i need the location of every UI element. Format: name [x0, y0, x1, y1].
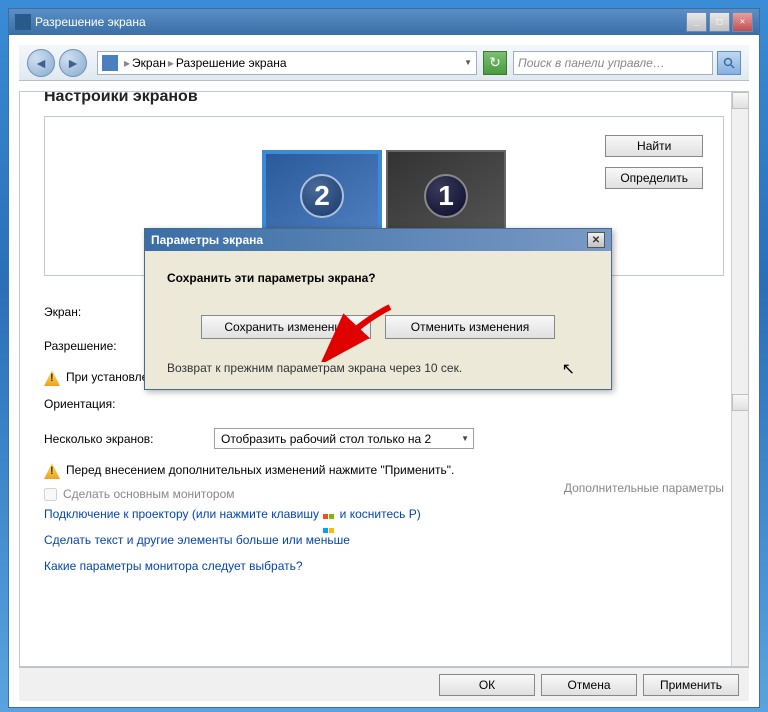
ok-button[interactable]: ОК — [439, 674, 535, 696]
nav-forward-button[interactable]: ► — [59, 49, 87, 77]
monitor-number: 2 — [300, 174, 344, 218]
checkbox-label: Сделать основным монитором — [63, 487, 235, 501]
select-value: Отобразить рабочий стол только на 2 — [221, 432, 431, 446]
search-icon — [723, 57, 735, 69]
breadcrumb-sep-icon: ▸ — [168, 56, 174, 70]
vertical-scrollbar[interactable]: ▲ ▼ — [731, 92, 748, 666]
identify-button[interactable]: Определить — [605, 167, 703, 189]
windows-key-icon — [322, 509, 336, 521]
apply-button[interactable]: Применить — [643, 674, 739, 696]
titlebar[interactable]: Разрешение экрана _ □ ✕ — [9, 9, 759, 35]
warning-icon — [44, 370, 60, 386]
dialog-question: Сохранить эти параметры экрана? — [167, 271, 589, 285]
save-changes-button[interactable]: Сохранить изменения — [201, 315, 371, 339]
chevron-down-icon[interactable]: ▼ — [464, 58, 472, 67]
confirm-dialog: Параметры экрана ✕ Сохранить эти парамет… — [144, 228, 612, 390]
monitor-number: 1 — [424, 174, 468, 218]
app-icon — [15, 14, 31, 30]
search-button[interactable] — [717, 51, 741, 75]
footer-buttons: ОК Отмена Применить — [19, 667, 749, 701]
nav-back-button[interactable]: ◄ — [27, 49, 55, 77]
breadcrumb-sep-icon: ▸ — [124, 56, 130, 70]
window-title: Разрешение экрана — [35, 15, 146, 29]
dialog-titlebar[interactable]: Параметры экрана ✕ — [145, 229, 611, 251]
countdown-text: Возврат к прежним параметрам экрана чере… — [167, 361, 589, 375]
projector-link[interactable]: Подключение к проектору (или нажмите кла… — [44, 507, 724, 521]
scroll-down-button[interactable]: ▼ — [732, 394, 749, 411]
revert-changes-button[interactable]: Отменить изменения — [385, 315, 555, 339]
orientation-label: Ориентация: — [44, 397, 214, 411]
address-bar[interactable]: ▸ Экран ▸ Разрешение экрана ▼ — [97, 51, 477, 75]
multi-screens-select[interactable]: Отобразить рабочий стол только на 2 — [214, 428, 474, 449]
find-button[interactable]: Найти — [605, 135, 703, 157]
page-title: Настройки экранов — [44, 91, 724, 106]
monitor-icon — [102, 55, 118, 71]
warning-text: Перед внесением дополнительных изменений… — [66, 463, 454, 477]
breadcrumb-2[interactable]: Разрешение экрана — [176, 56, 287, 70]
main-monitor-checkbox — [44, 488, 57, 501]
warning-icon — [44, 463, 60, 479]
close-button[interactable]: ✕ — [732, 12, 753, 32]
maximize-button[interactable]: □ — [709, 12, 730, 32]
minimize-button[interactable]: _ — [686, 12, 707, 32]
search-input[interactable]: Поиск в панели управле… — [513, 51, 713, 75]
apply-warning: Перед внесением дополнительных изменений… — [44, 463, 724, 479]
dialog-close-button[interactable]: ✕ — [587, 232, 605, 248]
dialog-title: Параметры экрана — [151, 233, 263, 247]
cancel-button[interactable]: Отмена — [541, 674, 637, 696]
breadcrumb-1[interactable]: Экран — [132, 56, 166, 70]
monitor-help-link[interactable]: Какие параметры монитора следует выбрать… — [44, 559, 724, 573]
cursor-icon: ↖ — [562, 359, 575, 379]
scroll-up-button[interactable]: ▲ — [732, 92, 749, 109]
multi-screens-label: Несколько экранов: — [44, 432, 214, 446]
navbar: ◄ ► ▸ Экран ▸ Разрешение экрана ▼ ↻ Поис… — [19, 45, 749, 81]
refresh-button[interactable]: ↻ — [483, 51, 507, 75]
text-size-link[interactable]: Сделать текст и другие элементы больше и… — [44, 533, 724, 547]
